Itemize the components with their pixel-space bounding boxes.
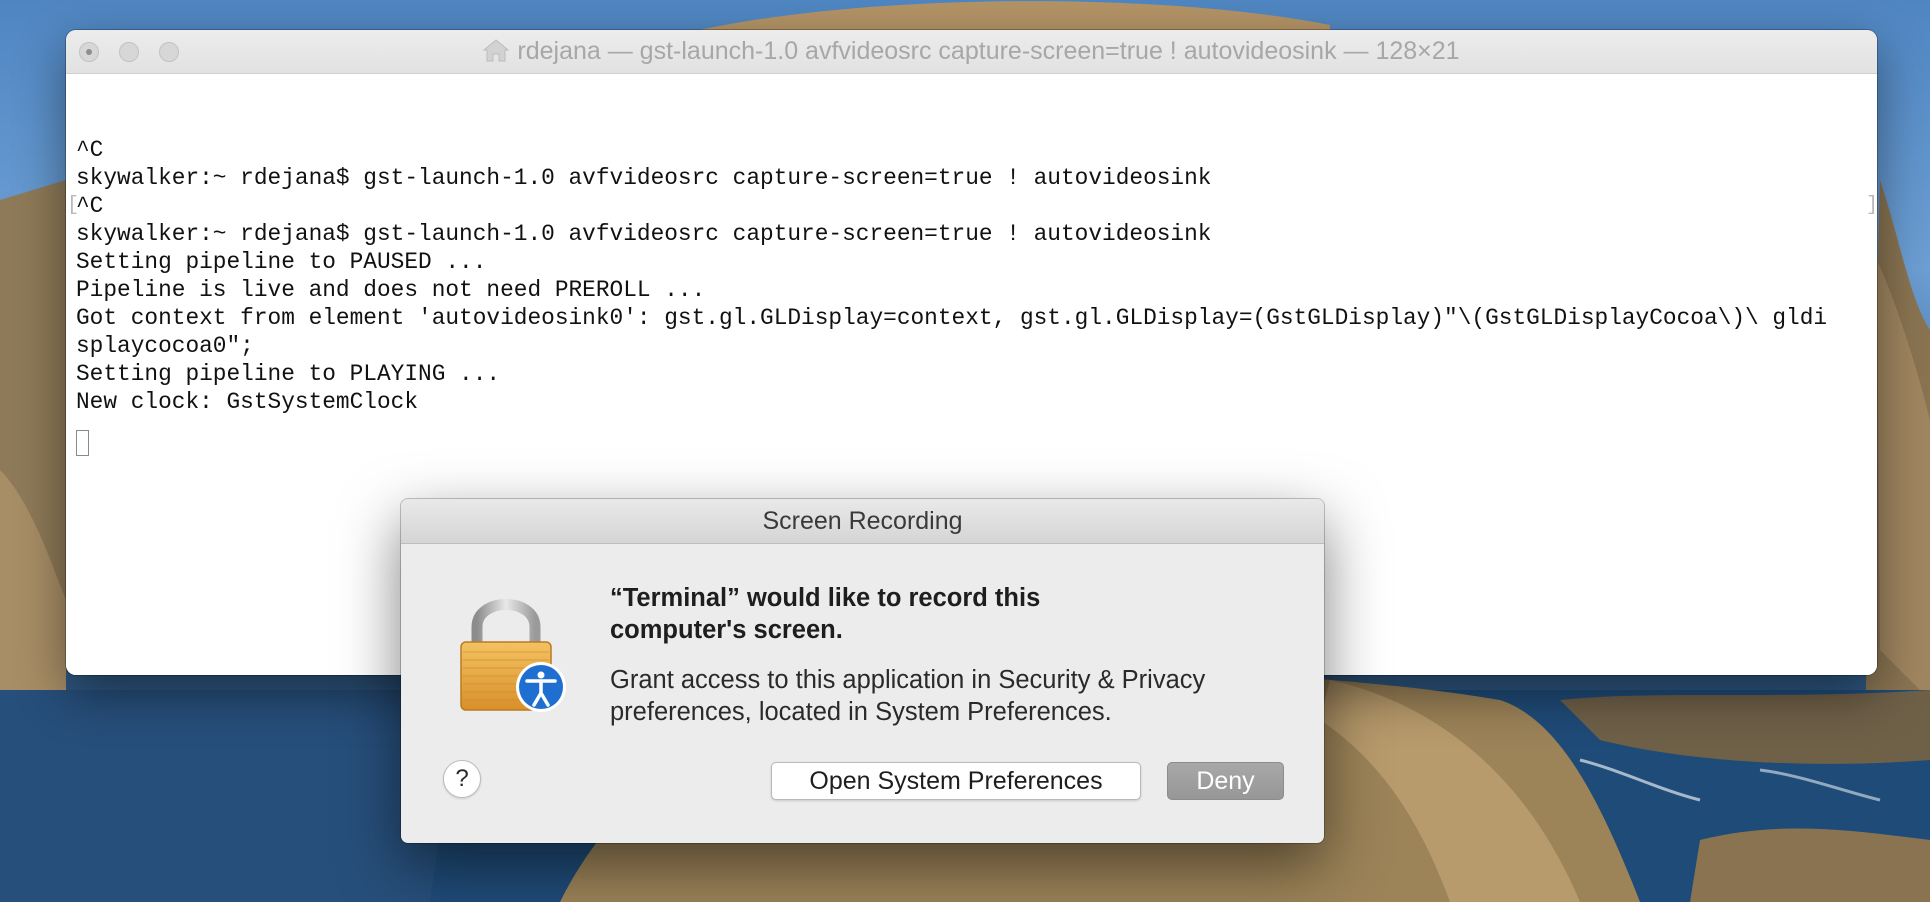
terminal-line: skywalker:~ rdejana$ gst-launch-1.0 avfv…: [76, 165, 1212, 191]
terminal-line: Got context from element 'autovideosink0…: [76, 305, 1828, 331]
mark-bracket-close: ]: [1866, 194, 1877, 217]
terminal-line: Pipeline is live and does not need PRERO…: [76, 277, 706, 303]
terminal-line: Setting pipeline to PAUSED ...: [76, 249, 487, 275]
deny-button[interactable]: Deny: [1167, 762, 1284, 800]
window-title-text: rdejana — gst-launch-1.0 avfvideosrc cap…: [517, 37, 1460, 65]
lock-accessibility-icon: [460, 599, 566, 712]
dialog-message-line: preferences, located in System Preferenc…: [610, 698, 1112, 726]
open-system-preferences-button[interactable]: Open System Preferences: [771, 762, 1141, 800]
terminal-line: Setting pipeline to PLAYING ...: [76, 361, 501, 387]
terminal-line: skywalker:~ rdejana$ gst-launch-1.0 avfv…: [76, 221, 1212, 247]
dialog-title: Screen Recording: [401, 499, 1324, 544]
terminal-line: splaycocoa0";: [76, 333, 254, 359]
mark-bracket-open: [: [67, 194, 80, 217]
terminal-titlebar[interactable]: rdejana — gst-launch-1.0 avfvideosrc cap…: [66, 30, 1877, 74]
dialog-message-line: Grant access to this application in Secu…: [610, 666, 1206, 694]
help-button[interactable]: ?: [443, 760, 481, 798]
screen-recording-dialog[interactable]: Screen Recording “Terminal” would like t…: [401, 499, 1324, 843]
dialog-heading: “Terminal” would like to record this com…: [610, 582, 1170, 646]
terminal-line: ^C: [76, 137, 104, 163]
dialog-heading-line: computer's screen.: [610, 616, 843, 644]
terminal-line: ^C: [76, 193, 104, 219]
dialog-message: Grant access to this application in Secu…: [610, 664, 1290, 728]
terminal-line: New clock: GstSystemClock: [76, 389, 419, 415]
window-title: rdejana — gst-launch-1.0 avfvideosrc cap…: [66, 30, 1877, 73]
terminal-cursor: [76, 430, 89, 456]
dialog-heading-line: “Terminal” would like to record this: [610, 584, 1041, 612]
home-icon: [483, 39, 510, 62]
